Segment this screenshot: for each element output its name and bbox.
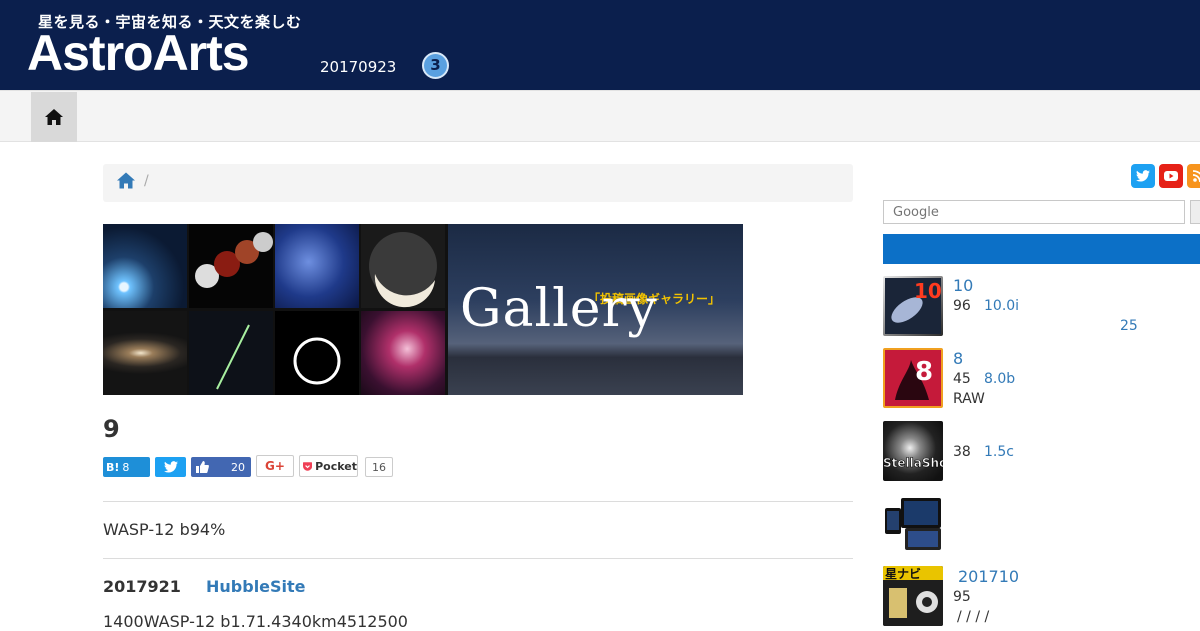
product-price: 38 xyxy=(953,444,971,460)
comet-photo xyxy=(103,224,187,308)
crescent-moon-photo xyxy=(361,224,445,308)
solar-eclipse-photo xyxy=(275,311,359,395)
divider xyxy=(103,558,853,559)
twitter-icon xyxy=(1136,170,1150,182)
lunar-eclipse-photo xyxy=(189,224,273,308)
article-lead: WASP-12 b94% xyxy=(103,520,226,539)
site-header: 星を見る・宇宙を知る・天文を楽しむ AstroArts 20170923 3 xyxy=(0,0,1200,90)
breadcrumb-home-link[interactable] xyxy=(117,172,135,193)
nav-home-button[interactable] xyxy=(31,92,77,142)
andromeda-photo xyxy=(103,311,187,395)
rss-icon xyxy=(1193,170,1200,182)
twitter-link[interactable] xyxy=(1131,164,1155,188)
product-price: 95 xyxy=(953,589,971,605)
pocket-count: 16 xyxy=(365,457,393,477)
facebook-like-button[interactable]: 20 xyxy=(191,457,251,477)
product-title[interactable]: 8 xyxy=(953,349,963,368)
facebook-count: 20 xyxy=(231,460,245,474)
hatena-bookmark-button[interactable]: B! 8 xyxy=(103,457,150,477)
product-note: RAW xyxy=(953,391,985,407)
gallery-banner[interactable]: 「投稿画像ギャラリー」 Gallery xyxy=(103,224,743,395)
main-nav xyxy=(0,90,1200,142)
article-source-link[interactable]: HubbleSite xyxy=(206,577,306,596)
breadcrumb: / xyxy=(103,164,853,202)
svg-text:10: 10 xyxy=(914,279,942,303)
product-note: / / / / xyxy=(957,609,990,625)
header-date: 20170923 xyxy=(320,58,397,76)
product-price: 45 xyxy=(953,371,971,387)
thumbs-up-icon xyxy=(196,461,209,473)
search-button[interactable] xyxy=(1190,200,1200,224)
product-thumbnail-devices[interactable] xyxy=(883,494,943,554)
pocket-button[interactable]: Pocket xyxy=(299,455,358,477)
pocket-label: Pocket xyxy=(315,459,357,473)
gallery-word: Gallery xyxy=(460,279,658,339)
breadcrumb-separator: / xyxy=(144,173,149,189)
youtube-icon xyxy=(1164,171,1178,181)
rss-link[interactable] xyxy=(1187,164,1200,188)
product-thumbnail-stellashot[interactable]: StellaShot xyxy=(883,421,943,481)
product-thumbnail-stellaimage[interactable]: 8 xyxy=(883,348,943,408)
tweet-button[interactable] xyxy=(155,457,186,477)
orion-nebula-photo xyxy=(361,311,445,395)
article-date: 2017921 xyxy=(103,577,181,596)
product-version-link[interactable]: 8.0b xyxy=(984,371,1015,387)
home-icon xyxy=(117,172,135,189)
hatena-count: 8 xyxy=(122,460,130,474)
youtube-link[interactable] xyxy=(1159,164,1183,188)
product-thumbnail-stellanavigator[interactable]: 10 xyxy=(883,276,943,336)
svg-text:星ナビ: 星ナビ xyxy=(885,566,921,581)
svg-text:8: 8 xyxy=(915,357,933,387)
gallery-panel: 「投稿画像ギャラリー」 Gallery xyxy=(448,224,743,395)
product-price: 96 xyxy=(953,298,971,314)
hatena-label: B! xyxy=(106,460,120,474)
product-title[interactable]: 201710 xyxy=(958,567,1019,586)
product-version-link[interactable]: 1.5c xyxy=(984,444,1014,460)
product-version-link[interactable]: 10.0i xyxy=(984,298,1019,314)
product-thumbnail-hoshinavi-magazine[interactable]: 星ナビ xyxy=(883,566,943,626)
article-body: 1400WASP-12 b1.71.4340km4512500 xyxy=(103,612,408,631)
site-logo[interactable]: AstroArts xyxy=(27,25,250,81)
meteor-photo xyxy=(189,311,273,395)
google-plus-button[interactable]: G+ xyxy=(256,455,294,477)
header-badge[interactable]: 3 xyxy=(422,52,449,79)
article-title: 9 xyxy=(103,415,120,443)
product-title[interactable]: 10 xyxy=(953,276,973,295)
pocket-icon xyxy=(303,461,313,471)
google-search-input[interactable] xyxy=(883,200,1185,224)
product-extra-link[interactable]: 25 xyxy=(1120,318,1138,334)
svg-text:StellaShot: StellaShot xyxy=(883,456,943,470)
home-icon xyxy=(45,109,63,125)
divider xyxy=(103,501,853,502)
twitter-icon xyxy=(163,461,178,473)
pleiades-photo xyxy=(275,224,359,308)
sidebar-header-bar xyxy=(883,234,1200,264)
